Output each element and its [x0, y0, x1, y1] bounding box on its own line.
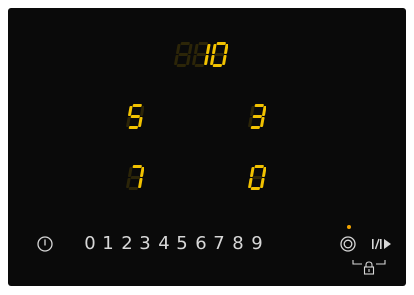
zone-display-top — [174, 42, 228, 68]
display-segment-a — [254, 104, 264, 107]
power-button[interactable] — [36, 232, 56, 256]
display-segment-g — [252, 115, 262, 118]
display-segment-a — [132, 165, 142, 168]
display-segment-f — [212, 44, 217, 54]
display-segment-e — [192, 55, 197, 65]
display-segment-d — [250, 187, 260, 190]
display-segment-b — [224, 44, 228, 54]
timer-icon — [340, 236, 356, 252]
power-level-key-6[interactable]: 6 — [193, 232, 209, 256]
display-segment-a — [254, 165, 264, 168]
timer-button[interactable] — [339, 232, 359, 256]
display-segment-d — [250, 126, 260, 129]
display-segment-c — [222, 55, 227, 65]
timer-indicator-dot — [347, 225, 351, 229]
display-segment-b — [262, 106, 266, 116]
display-segment-f — [250, 167, 255, 177]
zone-display-middle-right — [248, 104, 266, 130]
display-segment-b — [206, 44, 211, 54]
display-segment-g — [178, 53, 188, 56]
display-segment-a — [198, 42, 208, 45]
cooktop-control-panel: 0 1 2 3 4 5 6 7 8 9 — [8, 8, 406, 286]
display-segment-f — [250, 106, 255, 116]
display-digit-group — [248, 104, 266, 129]
display-segment-f — [128, 167, 133, 177]
pause-play-icon — [372, 238, 391, 250]
power-level-key-3[interactable]: 3 — [137, 232, 153, 256]
display-segment-c — [260, 117, 265, 127]
lock-button[interactable] — [351, 258, 387, 276]
power-level-key-2[interactable]: 2 — [119, 232, 135, 256]
display-segment-d — [128, 126, 138, 129]
display-segment-d — [128, 187, 138, 190]
power-level-key-0[interactable]: 0 — [82, 232, 98, 256]
display-segment-a — [180, 42, 190, 45]
display-digit-group — [126, 104, 144, 129]
display-segment-b — [140, 167, 144, 177]
power-level-key-9[interactable]: 9 — [249, 232, 265, 256]
power-level-key-5[interactable]: 5 — [174, 232, 190, 256]
zone-display-middle-right-digits — [248, 104, 266, 129]
display-segment-g — [196, 53, 206, 56]
display-segment-a — [132, 104, 142, 107]
display-segment-c — [260, 178, 265, 188]
display-segment-f — [176, 44, 181, 54]
display-segment-g — [130, 176, 140, 179]
zone-display-bottom-left-digits — [126, 165, 144, 190]
display-segment-c — [204, 55, 209, 65]
display-segment-b — [140, 106, 144, 116]
power-level-key-7[interactable]: 7 — [211, 232, 227, 256]
display-segment-g — [214, 53, 224, 56]
display-segment-f — [194, 44, 199, 54]
display-segment-c — [186, 55, 191, 65]
display-segment-d — [176, 64, 186, 67]
display-segment-e — [248, 117, 253, 127]
zone-display-bottom-right-digits — [248, 165, 266, 190]
display-segment-e — [248, 178, 253, 188]
display-segment-e — [174, 55, 179, 65]
display-segment-e — [126, 178, 131, 188]
lock-icon — [352, 260, 386, 275]
display-segment-d — [194, 64, 204, 67]
display-segment-e — [210, 55, 215, 65]
display-segment-e — [126, 117, 131, 127]
zone-display-bottom-left — [126, 165, 144, 191]
power-level-key-8[interactable]: 8 — [230, 232, 246, 256]
display-segment-b — [188, 44, 193, 54]
power-level-key-1[interactable]: 1 — [100, 232, 116, 256]
display-segment-d — [212, 64, 222, 67]
power-level-key-4[interactable]: 4 — [156, 232, 172, 256]
zone-display-middle-left — [126, 104, 144, 130]
display-digit-group — [248, 165, 266, 190]
display-segment-g — [252, 176, 262, 179]
power-icon — [37, 236, 53, 252]
zone-display-bottom-right — [248, 165, 266, 191]
display-segment-c — [138, 178, 143, 188]
display-segment-g — [130, 115, 140, 118]
display-digit-group — [126, 165, 144, 190]
touch-control-bar: 0 1 2 3 4 5 6 7 8 9 — [8, 225, 406, 275]
zone-display-middle-left-digits — [126, 104, 144, 129]
display-segment-a — [216, 42, 226, 45]
display-digit-group — [174, 42, 228, 67]
display-segment-b — [262, 167, 266, 177]
display-segment-c — [138, 117, 143, 127]
zone-display-top-digits — [174, 42, 228, 67]
display-segment-f — [128, 106, 133, 116]
pause-play-button[interactable] — [370, 232, 394, 256]
